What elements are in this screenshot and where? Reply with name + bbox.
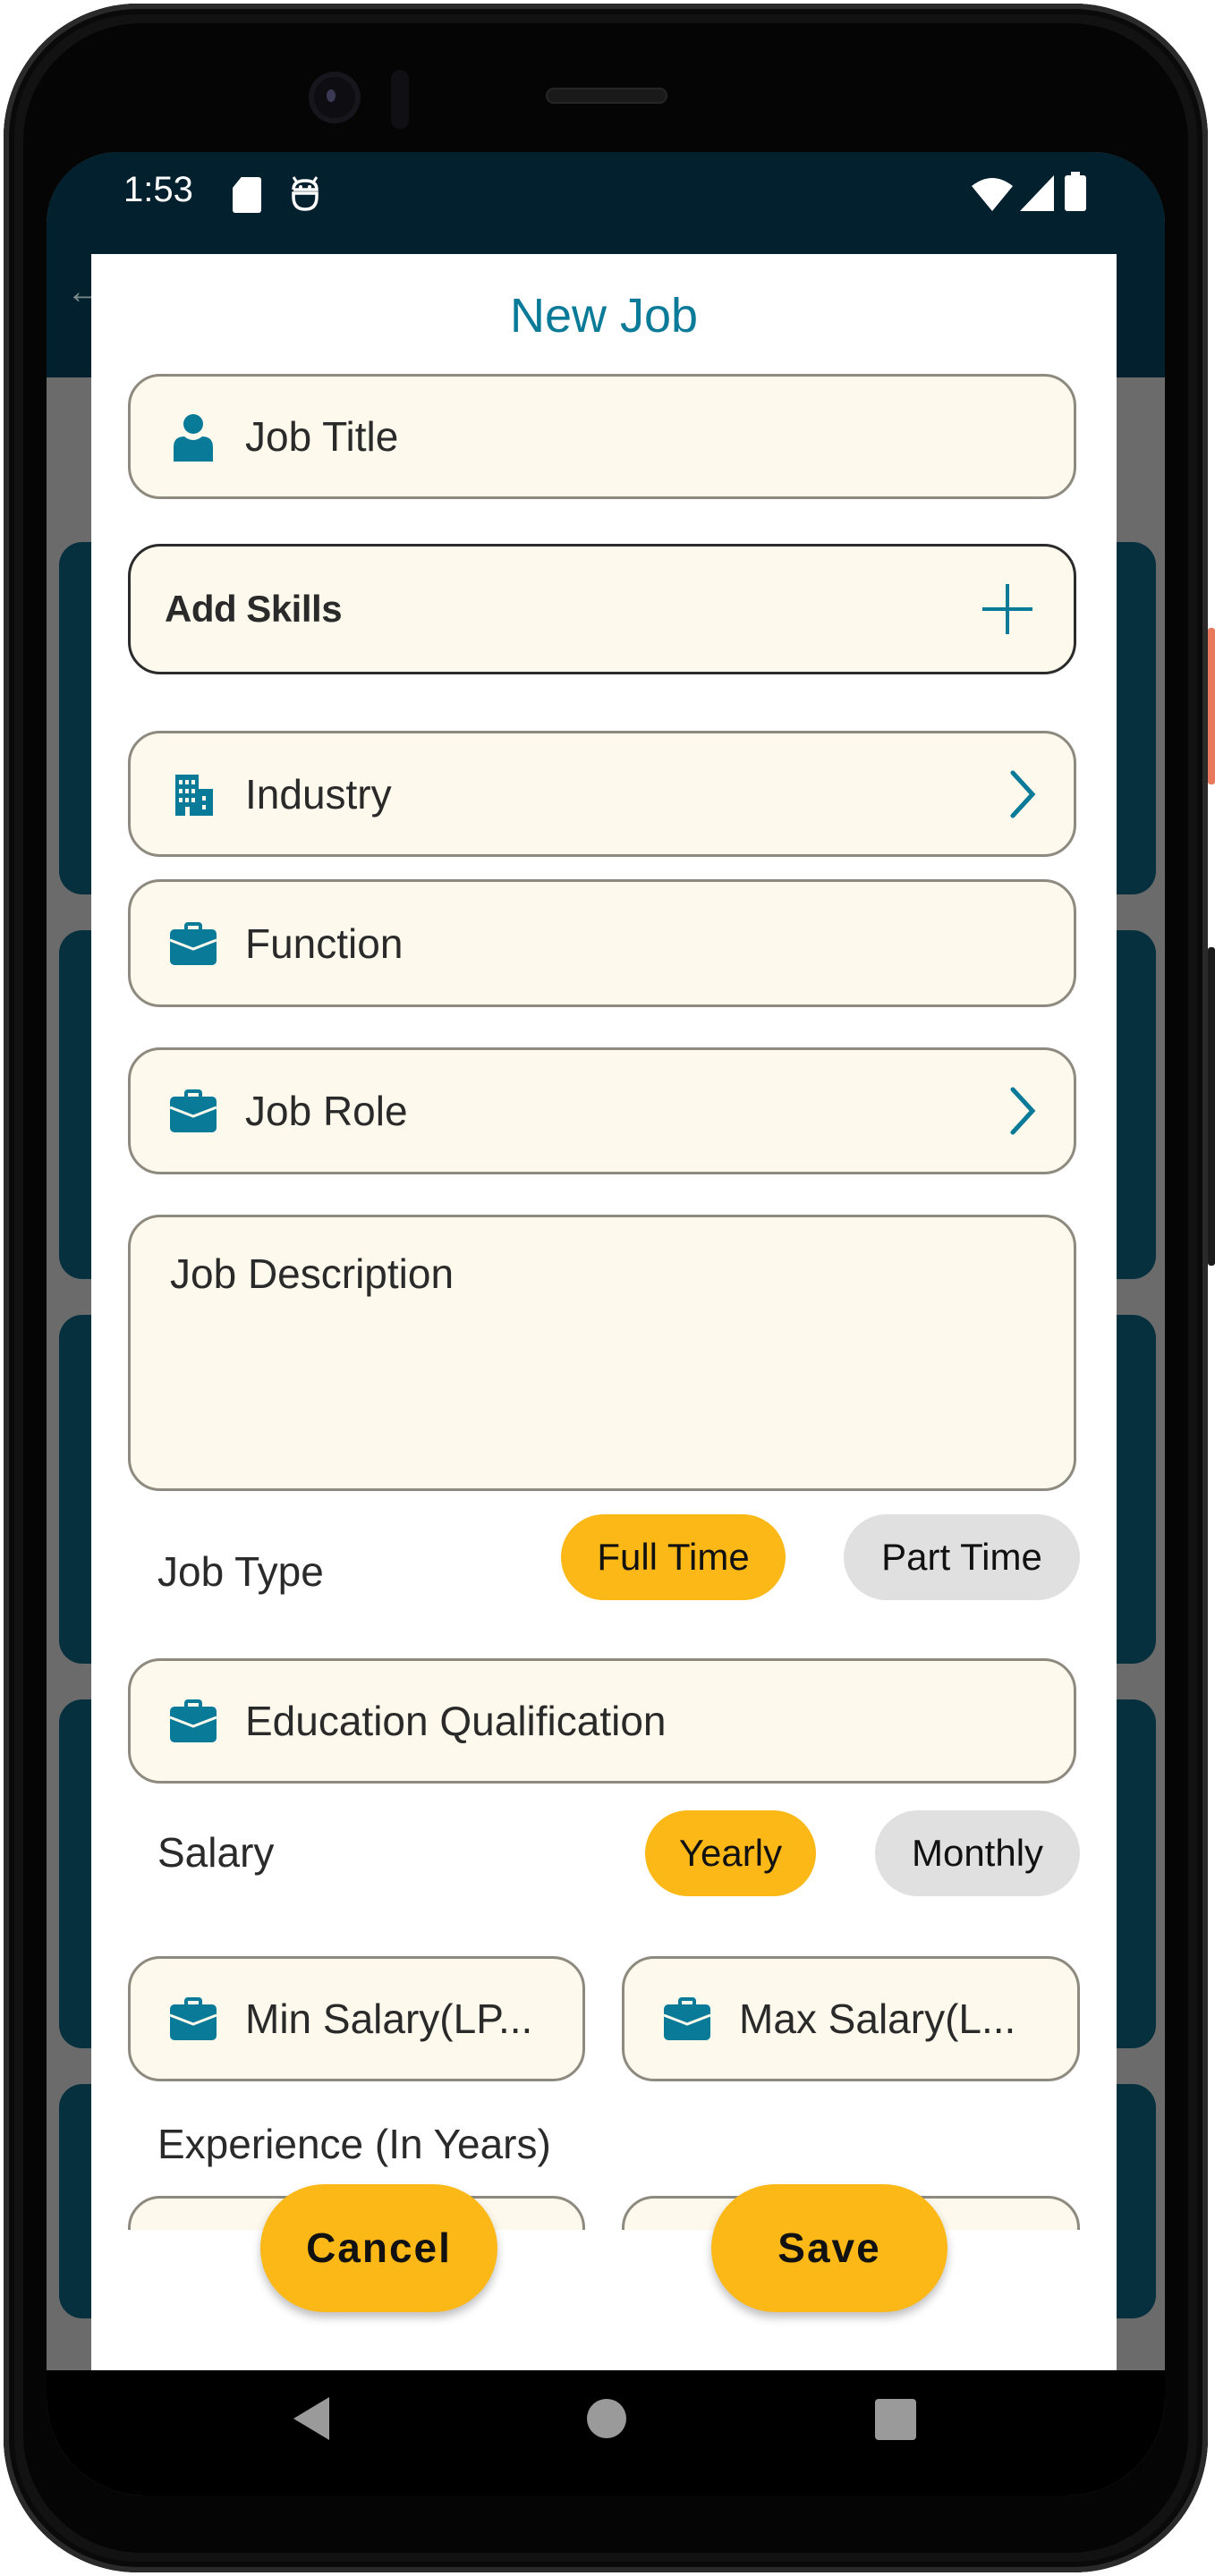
sd-card-icon [233, 177, 261, 213]
dialog-title: New Job [509, 289, 699, 343]
education-label: Education Qualification [245, 1698, 667, 1744]
function-label: Function [245, 919, 404, 967]
full-time-chip[interactable]: Full Time [561, 1514, 786, 1600]
add-skills-field[interactable]: Add Skills [128, 544, 1076, 674]
job-description-textarea[interactable]: Job Description [128, 1215, 1076, 1491]
job-role-selector[interactable]: Job Role [128, 1047, 1076, 1174]
earpiece-speaker [546, 88, 667, 104]
briefcase-icon [169, 1997, 217, 2040]
chevron-right-icon [1010, 770, 1036, 818]
plus-icon[interactable] [981, 582, 1034, 636]
education-qualification-input[interactable]: Education Qualification [128, 1658, 1076, 1784]
proximity-sensor [391, 70, 409, 129]
nav-back-icon[interactable] [293, 2397, 329, 2440]
front-camera [309, 72, 361, 123]
navigation-bar [47, 2370, 1165, 2496]
salary-label: Salary [157, 1829, 275, 1876]
briefcase-icon [169, 1089, 217, 1132]
briefcase-icon [169, 1699, 217, 1742]
function-input[interactable]: Function [128, 879, 1076, 1007]
chevron-right-icon [1010, 1087, 1036, 1135]
volume-button [1208, 947, 1215, 1266]
yearly-chip[interactable]: Yearly [645, 1810, 816, 1896]
job-type-label: Job Type [157, 1548, 324, 1595]
save-button[interactable]: Save [711, 2184, 947, 2312]
nav-home-icon[interactable] [587, 2399, 626, 2438]
part-time-chip[interactable]: Part Time [844, 1514, 1080, 1600]
min-salary-input[interactable]: Min Salary(LP... [128, 1956, 585, 2081]
max-salary-input[interactable]: Max Salary(L... [622, 1956, 1080, 2081]
power-button [1208, 628, 1215, 784]
wifi-icon [972, 178, 1013, 211]
job-role-label: Job Role [245, 1088, 408, 1134]
industry-selector[interactable]: Industry [128, 731, 1076, 857]
job-description-placeholder: Job Description [170, 1250, 455, 1297]
battery-icon [1065, 172, 1086, 211]
experience-label: Experience (In Years) [157, 2121, 551, 2167]
person-icon [174, 414, 213, 462]
cancel-button[interactable]: Cancel [260, 2184, 497, 2312]
signal-icon [1020, 175, 1054, 211]
monthly-chip[interactable]: Monthly [875, 1810, 1080, 1896]
max-salary-label: Max Salary(L... [739, 1996, 1016, 2042]
status-time: 1:53 [123, 170, 193, 209]
building-icon [175, 774, 213, 816]
job-title-placeholder: Job Title [245, 413, 399, 460]
briefcase-icon [169, 921, 217, 965]
nav-recents-icon[interactable] [875, 2399, 916, 2440]
add-skills-label: Add Skills [165, 588, 343, 630]
min-salary-label: Min Salary(LP... [245, 1996, 533, 2042]
job-title-input[interactable]: Job Title [128, 374, 1076, 499]
screen: 1:53 ← New Job Job Title Add Skills Indu… [47, 152, 1165, 2496]
new-job-dialog: New Job Job Title Add Skills Industry Fu… [91, 254, 1117, 2370]
dialog-footer [91, 2230, 1117, 2370]
briefcase-icon [663, 1997, 711, 2040]
industry-label: Industry [245, 770, 392, 818]
robot-icon [292, 176, 319, 211]
